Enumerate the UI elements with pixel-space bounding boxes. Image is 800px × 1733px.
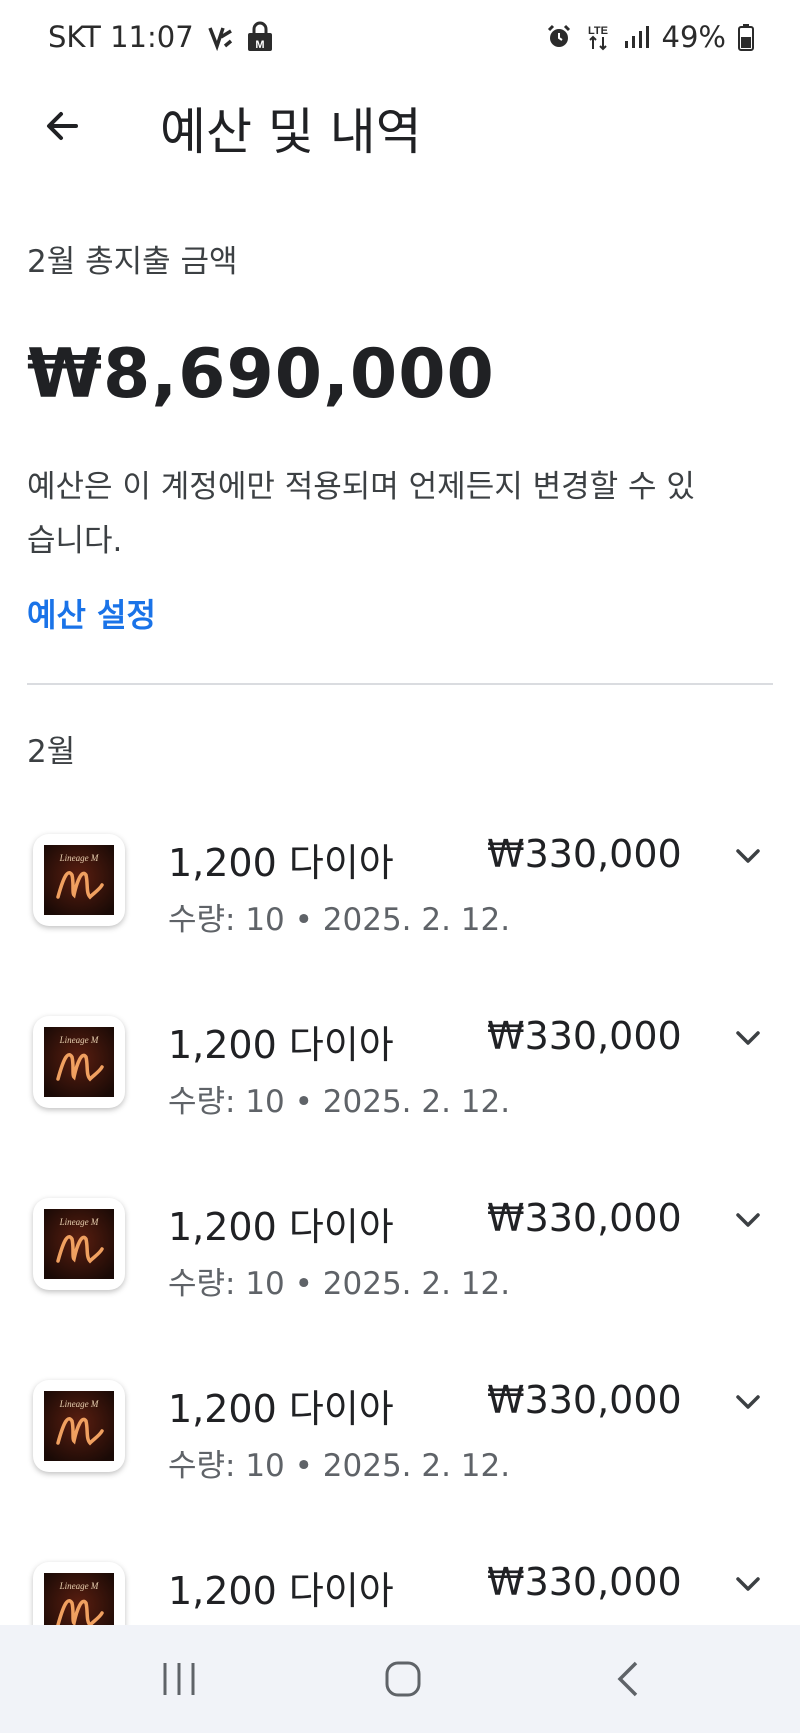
transaction-row[interactable]: Lineage M 1,200 다이아 ₩330,000 수량: 10 • 20…: [0, 982, 800, 1164]
lineage-m-icon: Lineage M: [44, 1573, 114, 1625]
alarm-icon: [546, 24, 572, 50]
svg-text:Lineage M: Lineage M: [59, 1217, 99, 1227]
svg-text:M: M: [255, 39, 264, 51]
status-left: SKT 11:07 M: [48, 20, 274, 54]
chevron-down-icon: [736, 1213, 760, 1227]
battery-percent: 49%: [661, 20, 726, 54]
arrow-left-icon: [47, 112, 78, 140]
expand-button[interactable]: [726, 1016, 770, 1060]
item-meta: 수량: 10 • 2025. 2. 12.: [168, 1266, 511, 1302]
lineage-m-icon: Lineage M: [44, 1027, 114, 1097]
item-name: 1,200 다이아: [168, 841, 394, 885]
item-price: ₩330,000: [487, 1560, 682, 1604]
chevron-down-icon: [736, 1031, 760, 1045]
app-icon: Lineage M: [33, 1562, 125, 1625]
vpn-icon: [206, 23, 234, 51]
transaction-list: Lineage M 1,200 다이아 ₩330,000 수량: 10 • 20…: [0, 800, 800, 1625]
svg-text:Lineage M: Lineage M: [59, 1399, 99, 1409]
chevron-down-icon: [736, 1577, 760, 1591]
item-name: 1,200 다이아: [168, 1387, 394, 1431]
svg-text:Lineage M: Lineage M: [59, 1581, 99, 1591]
carrier-time: SKT 11:07: [48, 20, 194, 54]
item-name: 1,200 다이아: [168, 1569, 394, 1613]
recent-apps-icon: [163, 1663, 195, 1695]
app-icon: Lineage M: [33, 1016, 125, 1108]
expand-button[interactable]: [726, 1198, 770, 1242]
lock-icon: M: [246, 21, 274, 53]
app-bar: 예산 및 내역: [0, 80, 800, 172]
expand-button[interactable]: [726, 834, 770, 878]
app-icon: Lineage M: [33, 1198, 125, 1290]
expand-button[interactable]: [726, 1380, 770, 1424]
svg-text:Lineage M: Lineage M: [59, 1035, 99, 1045]
status-right: LTE 49%: [546, 20, 754, 54]
back-icon: [617, 1661, 638, 1697]
lte-icon: LTE: [584, 23, 612, 51]
transaction-row[interactable]: Lineage M 1,200 다이아 ₩330,000 수량: 10 • 20…: [0, 800, 800, 982]
transaction-row[interactable]: Lineage M 1,200 다이아 ₩330,000 수량: 10 • 20…: [0, 1528, 800, 1625]
budget-description: 예산은 이 계정에만 적용되며 언제든지 변경할 수 있습니다.: [27, 469, 695, 559]
transaction-row[interactable]: Lineage M 1,200 다이아 ₩330,000 수량: 10 • 20…: [0, 1164, 800, 1346]
budget-settings-link[interactable]: 예산 설정: [27, 590, 156, 636]
home-icon: [385, 1661, 421, 1697]
status-bar: SKT 11:07 M LTE 49%: [0, 0, 800, 80]
item-price: ₩330,000: [487, 1196, 682, 1240]
system-nav-bar: [0, 1625, 800, 1733]
chevron-down-icon: [736, 1395, 760, 1409]
chevron-down-icon: [736, 849, 760, 863]
month-header: 2월: [27, 734, 76, 770]
lineage-m-icon: Lineage M: [44, 1209, 114, 1279]
item-name: 1,200 다이아: [168, 1023, 394, 1067]
page-title: 예산 및 내역: [160, 103, 422, 161]
signal-icon: [624, 25, 650, 49]
expand-button[interactable]: [726, 1562, 770, 1606]
total-amount: ₩8,690,000: [27, 335, 495, 414]
item-price: ₩330,000: [487, 832, 682, 876]
divider: [27, 683, 773, 685]
app-icon: Lineage M: [33, 834, 125, 926]
home-button[interactable]: [363, 1649, 443, 1709]
lineage-m-icon: Lineage M: [44, 845, 114, 915]
transaction-row[interactable]: Lineage M 1,200 다이아 ₩330,000 수량: 10 • 20…: [0, 1346, 800, 1528]
battery-icon: [738, 23, 754, 51]
app-icon: Lineage M: [33, 1380, 125, 1472]
recent-apps-button[interactable]: [139, 1649, 219, 1709]
item-name: 1,200 다이아: [168, 1205, 394, 1249]
total-spend-label: 2월 총지출 금액: [27, 244, 238, 280]
lineage-m-icon: Lineage M: [44, 1391, 114, 1461]
item-meta: 수량: 10 • 2025. 2. 12.: [168, 902, 511, 938]
back-button[interactable]: [30, 94, 94, 158]
svg-text:LTE: LTE: [588, 25, 608, 37]
nav-back-button[interactable]: [588, 1649, 668, 1709]
svg-text:Lineage M: Lineage M: [59, 853, 99, 863]
item-meta: 수량: 10 • 2025. 2. 12.: [168, 1084, 511, 1120]
item-price: ₩330,000: [487, 1014, 682, 1058]
item-meta: 수량: 10 • 2025. 2. 12.: [168, 1448, 511, 1484]
item-price: ₩330,000: [487, 1378, 682, 1422]
